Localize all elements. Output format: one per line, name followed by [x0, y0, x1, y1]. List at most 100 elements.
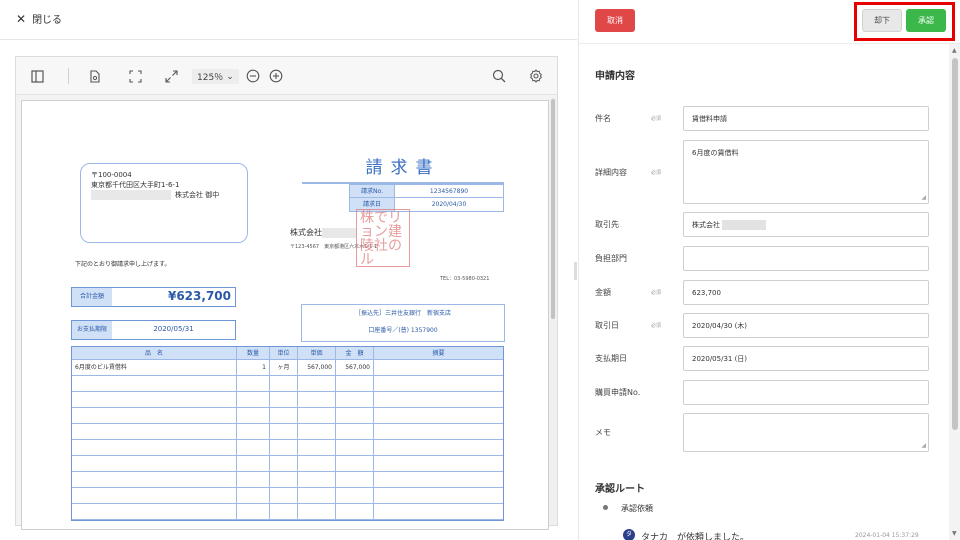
table-cell	[374, 424, 503, 439]
zoom-select[interactable]: 125％ ⌄	[192, 69, 239, 84]
table-cell: 567,000	[298, 360, 336, 375]
chevron-down-icon: ⌄	[226, 71, 234, 82]
panel-scrollbar[interactable]: ▲ ▼	[949, 44, 960, 540]
scroll-thumb[interactable]	[551, 99, 555, 319]
pdf-toolbar: 125％ ⌄	[16, 57, 557, 95]
table-cell	[72, 472, 237, 487]
resize-grip-icon[interactable]: ◢	[921, 442, 926, 449]
field-label: 金額	[595, 288, 611, 297]
field-vendor: 取引先 株式会社	[595, 212, 931, 237]
zoom-out-icon[interactable]	[244, 67, 262, 85]
table-cell: 6月度のビル賃借料	[72, 360, 237, 375]
table-cell	[298, 440, 336, 455]
invoice-table: 品 名 数量 単位 単価 金 額 摘要 6月度のビル賃借料 1 ヶ月 567,0…	[71, 346, 504, 521]
table-header-cell: 摘要	[432, 350, 445, 357]
issuer-prefix: 株式会社	[290, 228, 322, 237]
table-cell: 567,000	[336, 360, 374, 375]
amount-input[interactable]: 623,700	[683, 280, 929, 305]
table-cell	[336, 456, 374, 471]
zoom-in-icon[interactable]	[267, 67, 285, 85]
meta-row: 請求No. 1234567890	[350, 185, 503, 198]
due-date-input[interactable]: 2020/05/31 (日)	[683, 346, 929, 371]
table-row	[72, 392, 503, 408]
table-cell	[336, 408, 374, 423]
reject-button[interactable]: 却下	[862, 9, 902, 32]
table-cell: ヶ月	[270, 360, 298, 375]
company-seal: 株でリョン建陵社のル	[356, 209, 410, 267]
action-bar: 取消 却下 承認	[579, 0, 960, 44]
total-amount-box: 合計金額 ¥623,700	[71, 287, 236, 307]
pdf-viewer: 125％ ⌄ 〒100-0004 東京都千代田区大手町1-6-1 株式会社 御中…	[15, 56, 558, 530]
table-cell	[374, 360, 503, 375]
redacted-block	[322, 227, 356, 238]
field-label: メモ	[595, 428, 611, 437]
table-cell	[374, 488, 503, 503]
expand-icon[interactable]	[162, 67, 180, 85]
table-cell	[237, 392, 270, 407]
table-cell	[336, 440, 374, 455]
approve-button[interactable]: 承認	[906, 9, 946, 32]
customer-name: 株式会社 御中	[175, 191, 220, 199]
table-row	[72, 424, 503, 440]
pane-splitter[interactable]	[574, 262, 577, 280]
scroll-down-icon[interactable]: ▼	[952, 530, 957, 537]
invoice-page: 〒100-0004 東京都千代田区大手町1-6-1 株式会社 御中 請求書 請求…	[21, 100, 549, 530]
table-row	[72, 504, 503, 520]
field-amount: 金額 必須 623,700	[595, 280, 931, 305]
table-cell	[298, 504, 336, 519]
recipient-address: 〒100-0004 東京都千代田区大手町1-6-1 株式会社 御中	[80, 163, 248, 243]
scroll-thumb[interactable]	[952, 58, 958, 430]
table-row	[72, 488, 503, 504]
field-detail: 詳細内容 必須 6月度の賃借料 ◢	[595, 140, 931, 204]
table-header-cell: 金 額	[336, 347, 374, 359]
field-memo: メモ ◢	[595, 413, 931, 452]
application-panel: 取消 却下 承認 申請内容 件名 必須 賃借料申請 詳細内容 必須 6月度の賃借…	[578, 0, 960, 540]
table-cell	[298, 424, 336, 439]
sidebar-toggle-icon[interactable]	[28, 67, 46, 85]
resize-grip-icon[interactable]: ◢	[921, 194, 926, 201]
gear-icon[interactable]	[527, 67, 545, 85]
table-row: 6月度のビル賃借料 1 ヶ月 567,000 567,000	[72, 360, 503, 376]
table-cell	[336, 376, 374, 391]
close-label: 閉じる	[32, 15, 63, 26]
table-row	[72, 376, 503, 392]
meta-key: 請求No.	[350, 185, 395, 197]
close-icon: ✕	[16, 11, 27, 26]
field-trade-date: 取引日 必須 2020/04/30 (木)	[595, 313, 931, 338]
detail-textarea[interactable]: 6月度の賃借料 ◢	[683, 140, 929, 204]
vendor-input[interactable]: 株式会社	[683, 212, 929, 237]
table-cell	[336, 488, 374, 503]
purchase-no-input[interactable]	[683, 380, 929, 405]
table-cell	[270, 424, 298, 439]
table-cell	[72, 424, 237, 439]
field-label: 取引日	[595, 321, 619, 330]
page-icon[interactable]	[86, 67, 104, 85]
table-cell	[270, 504, 298, 519]
table-cell	[270, 472, 298, 487]
field-purchase-no: 購買申請No.	[595, 380, 931, 405]
avatar: タ	[623, 529, 635, 540]
field-label: 支払期日	[595, 354, 627, 363]
pdf-scrollbar[interactable]	[549, 97, 557, 525]
table-header: 品 名 数量 単位 単価 金 額 摘要	[72, 347, 503, 360]
trade-date-input[interactable]: 2020/04/30 (木)	[683, 313, 929, 338]
document-pane: ✕ 閉じる 125％ ⌄ 〒100-0004 東京都千代田区大手町1-6-1 株…	[0, 0, 577, 540]
fit-page-icon[interactable]	[126, 67, 144, 85]
search-icon[interactable]	[490, 67, 508, 85]
zoom-value: 125％	[197, 73, 224, 83]
table-cell	[237, 456, 270, 471]
subject-input[interactable]: 賃借料申請	[683, 106, 929, 131]
table-row	[72, 408, 503, 424]
memo-textarea[interactable]: ◢	[683, 413, 929, 452]
due-label: お支払期限	[72, 321, 112, 339]
close-button[interactable]: ✕ 閉じる	[16, 11, 63, 27]
route-step-dot	[603, 505, 608, 510]
table-cell	[374, 408, 503, 423]
table-cell	[270, 376, 298, 391]
cancel-button[interactable]: 取消	[595, 9, 635, 32]
department-input[interactable]	[683, 246, 929, 271]
meta-value: 1234567890	[429, 188, 469, 195]
scroll-up-icon[interactable]: ▲	[952, 47, 957, 54]
field-label: 負担部門	[595, 254, 627, 263]
address-line: 東京都千代田区大手町1-6-1	[91, 181, 180, 189]
